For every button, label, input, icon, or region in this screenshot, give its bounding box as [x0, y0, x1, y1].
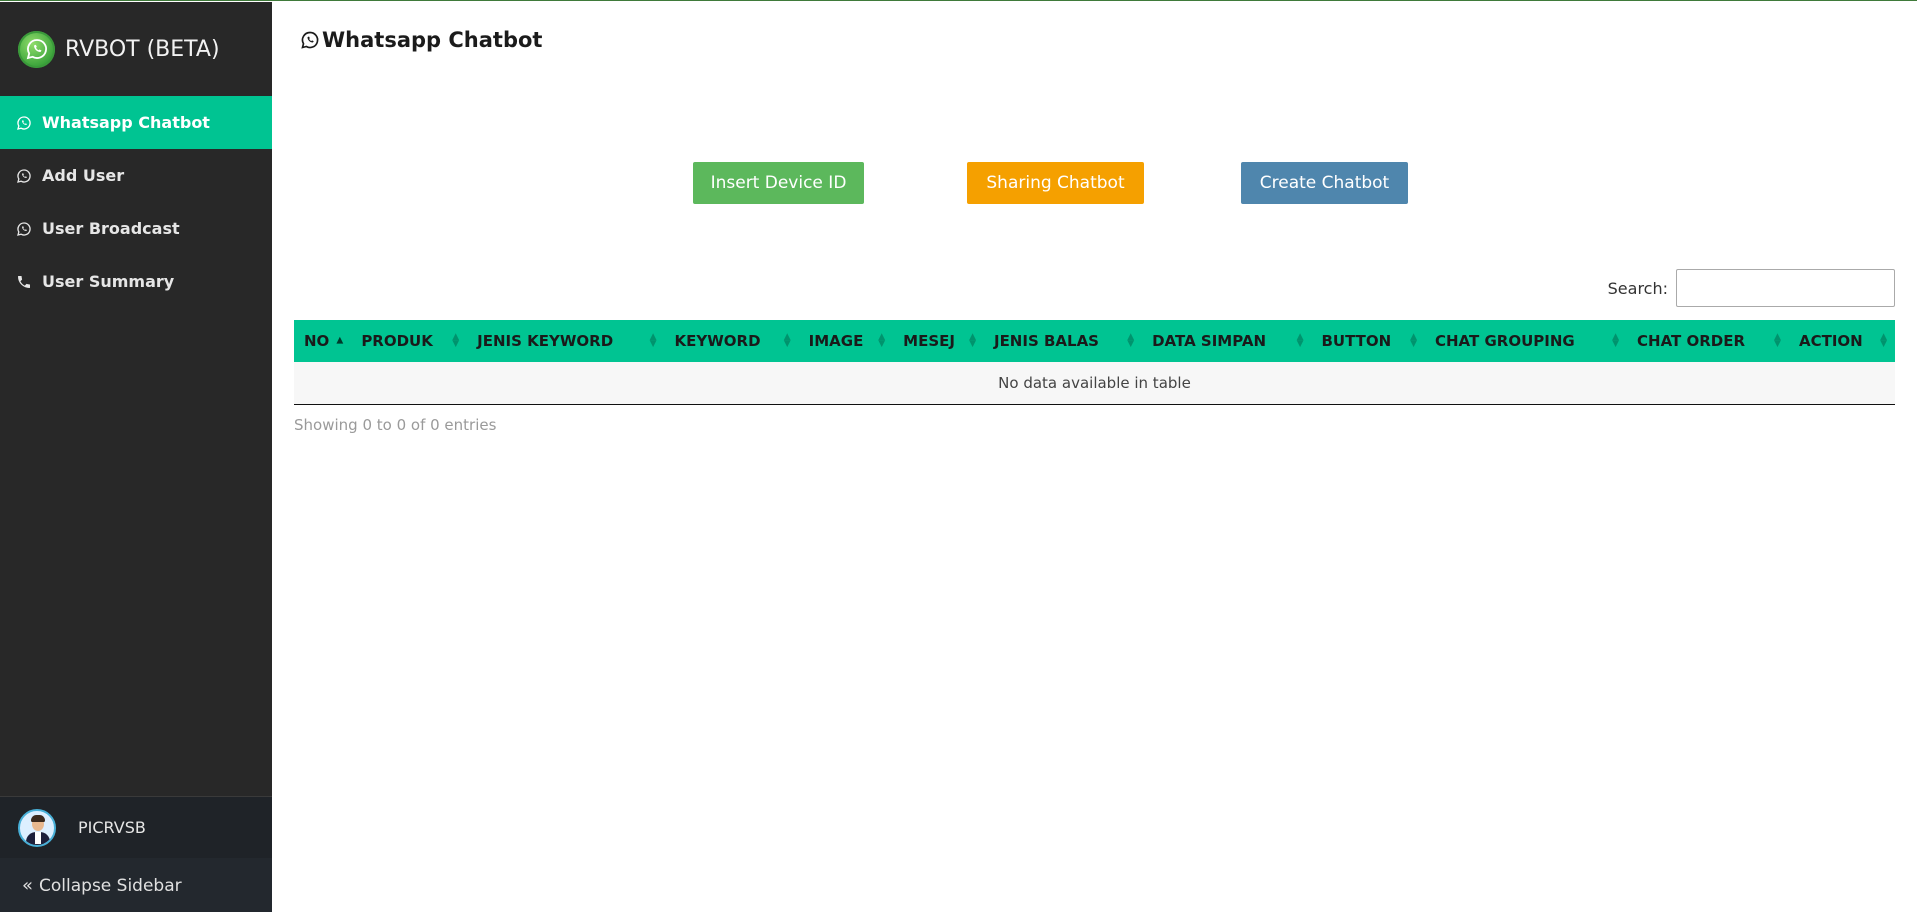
- column-header-action[interactable]: ACTION ▲ ▼: [1788, 320, 1895, 362]
- whatsapp-icon: [16, 115, 32, 131]
- brand-title: RVBOT (BETA): [65, 36, 220, 62]
- table-row: No data available in table: [294, 362, 1895, 405]
- sidebar-item-label: Whatsapp Chatbot: [42, 113, 210, 132]
- column-header-label: JENIS KEYWORD: [477, 332, 614, 350]
- collapse-sidebar-label: Collapse Sidebar: [39, 875, 182, 896]
- sort-icon: ▲ ▼: [1127, 332, 1135, 349]
- column-header-data-simpan[interactable]: DATA SIMPAN ▲ ▼: [1142, 320, 1312, 362]
- sidebar-item-label: User Broadcast: [42, 219, 180, 238]
- table-info: Showing 0 to 0 of 0 entries: [294, 416, 497, 434]
- collapse-sidebar-button[interactable]: « Collapse Sidebar: [0, 858, 272, 912]
- column-header-button[interactable]: BUTTON ▲ ▼: [1311, 320, 1425, 362]
- sort-icon: ▲ ▼: [1774, 332, 1781, 349]
- sidebar-nav: Whatsapp Chatbot Add User User Broadcast…: [0, 96, 272, 308]
- table-search: Search:: [1608, 269, 1895, 307]
- column-header-mesej[interactable]: MESEJ ▲ ▼: [893, 320, 984, 362]
- column-header-label: ACTION: [1798, 332, 1863, 350]
- column-header-label: CHAT ORDER: [1637, 332, 1746, 350]
- double-chevron-left-icon: «: [22, 875, 34, 896]
- page-title-text: Whatsapp Chatbot: [322, 28, 543, 52]
- chatbot-table: NO ▲ PRODUK ▲ ▼ JENIS KEYWORD ▲ ▼ KEYWORD ▲ ▼ I…: [294, 320, 1895, 405]
- column-header-jenis-keyword[interactable]: JENIS KEYWORD ▲ ▼: [467, 320, 665, 362]
- whatsapp-icon: [16, 168, 32, 184]
- search-label: Search:: [1607, 278, 1668, 298]
- column-header-label: CHAT GROUPING: [1435, 332, 1575, 350]
- column-header-label: KEYWORD: [674, 332, 761, 350]
- column-header-jenis-balas[interactable]: JENIS BALAS ▲ ▼: [983, 320, 1143, 362]
- sort-icon: ▲ ▼: [878, 332, 886, 349]
- page-title: Whatsapp Chatbot: [300, 28, 542, 52]
- sort-icon: ▲ ▼: [452, 332, 460, 349]
- column-header-label: DATA SIMPAN: [1152, 332, 1266, 350]
- sidebar-item-user-broadcast[interactable]: User Broadcast: [0, 202, 272, 255]
- column-header-chat-order[interactable]: CHAT ORDER ▲ ▼: [1627, 320, 1789, 362]
- sort-asc-icon: ▲: [336, 335, 344, 346]
- whatsapp-logo-icon: [18, 30, 55, 68]
- column-header-label: MESEJ: [903, 332, 955, 350]
- sort-icon: ▲ ▼: [969, 332, 976, 349]
- sort-icon: ▲ ▼: [1612, 332, 1620, 349]
- column-header-label: PRODUK: [361, 332, 433, 350]
- table-header-row: NO ▲ PRODUK ▲ ▼ JENIS KEYWORD ▲ ▼ KEYWORD ▲ ▼ I…: [294, 320, 1895, 362]
- sidebar-item-whatsapp-chatbot[interactable]: Whatsapp Chatbot: [0, 96, 272, 149]
- sort-icon: ▲ ▼: [1296, 332, 1304, 349]
- main-content: Whatsapp Chatbot Insert Device ID Sharin…: [272, 2, 1917, 912]
- phone-icon: [16, 274, 32, 290]
- sidebar-item-label: User Summary: [42, 272, 175, 291]
- sort-icon: ▲ ▼: [1410, 332, 1417, 349]
- insert-device-id-button[interactable]: Insert Device ID: [693, 162, 864, 204]
- column-header-keyword[interactable]: KEYWORD ▲ ▼: [664, 320, 799, 362]
- whatsapp-icon: [16, 221, 32, 237]
- column-header-produk[interactable]: PRODUK ▲ ▼: [351, 320, 468, 362]
- sidebar-item-add-user[interactable]: Add User: [0, 149, 272, 202]
- column-header-chat-grouping[interactable]: CHAT GROUPING ▲ ▼: [1425, 320, 1628, 362]
- column-header-label: JENIS BALAS: [993, 332, 1099, 350]
- column-header-label: IMAGE: [808, 332, 864, 350]
- user-name: PICRVSB: [78, 818, 146, 837]
- sidebar-item-user-summary[interactable]: User Summary: [0, 255, 272, 308]
- avatar: [18, 808, 56, 847]
- empty-table-message: No data available in table: [294, 362, 1895, 405]
- sharing-chatbot-button[interactable]: Sharing Chatbot: [967, 162, 1144, 204]
- sort-icon: ▲ ▼: [783, 332, 791, 349]
- sidebar-item-label: Add User: [42, 166, 125, 185]
- sidebar: RVBOT (BETA) Whatsapp Chatbot Add User U…: [0, 2, 272, 912]
- column-header-label: BUTTON: [1321, 332, 1392, 350]
- column-header-image[interactable]: IMAGE ▲ ▼: [798, 320, 894, 362]
- sort-icon: ▲ ▼: [1880, 332, 1887, 349]
- brand[interactable]: RVBOT (BETA): [0, 2, 272, 96]
- whatsapp-icon: [301, 31, 319, 49]
- search-input[interactable]: [1676, 269, 1895, 307]
- sort-icon: ▲ ▼: [649, 332, 657, 349]
- column-header-no[interactable]: NO ▲: [294, 320, 352, 362]
- column-header-label: NO: [304, 332, 330, 350]
- user-panel[interactable]: PICRVSB: [0, 796, 272, 858]
- create-chatbot-button[interactable]: Create Chatbot: [1241, 162, 1408, 204]
